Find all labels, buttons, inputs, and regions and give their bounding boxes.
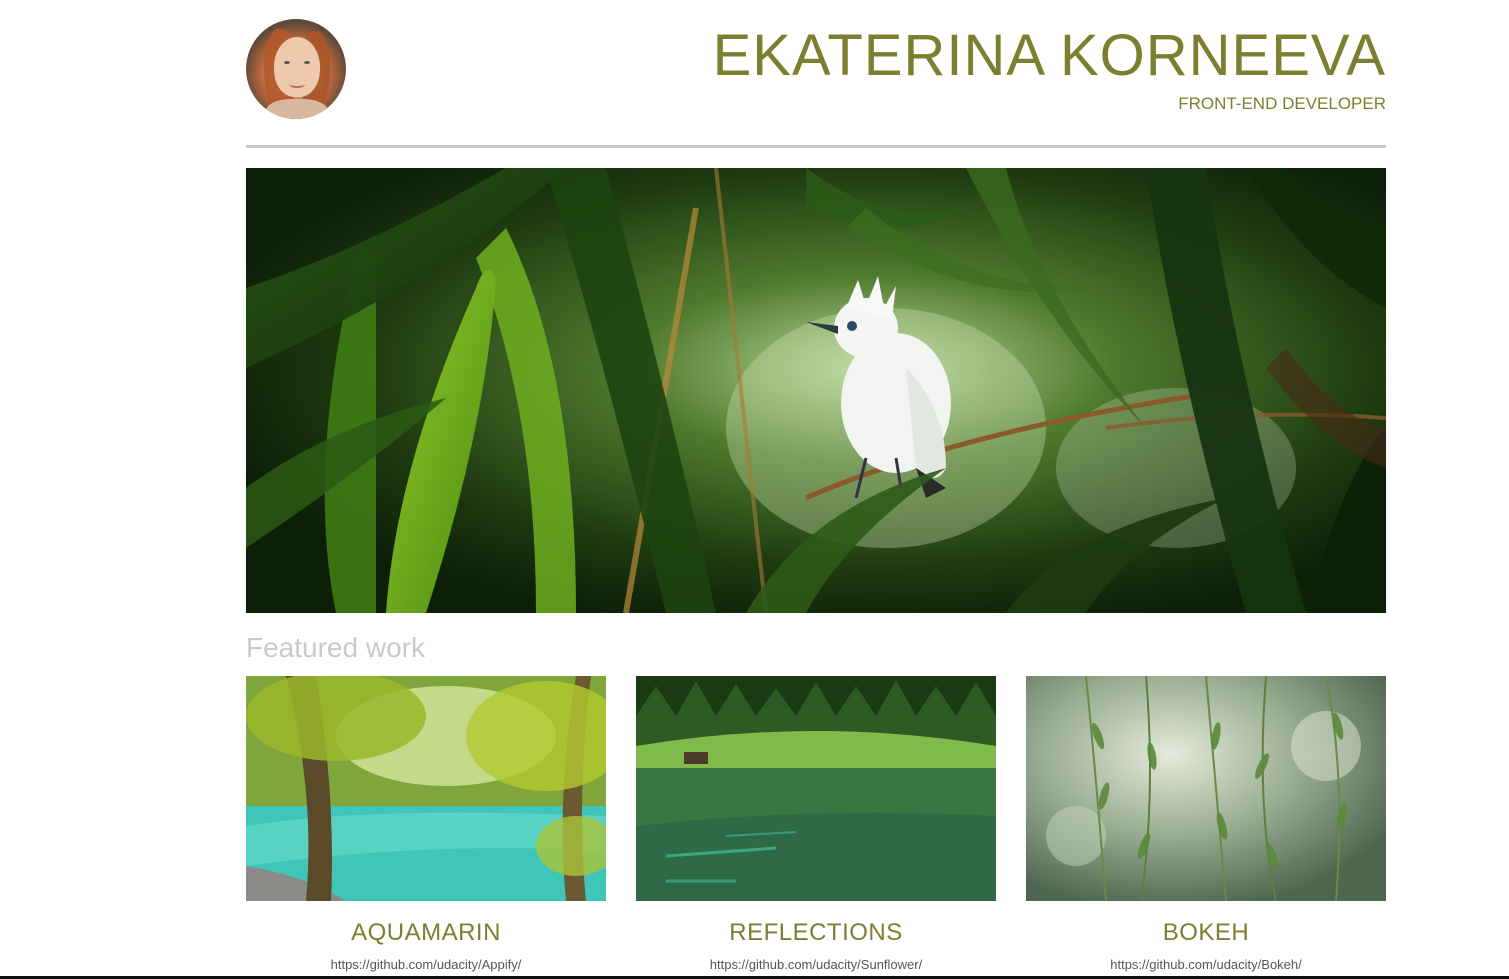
featured-item-reflections: REFLECTIONS https://github.com/udacity/S… bbox=[636, 676, 996, 972]
avatar-eye-left bbox=[284, 61, 290, 64]
featured-work-heading: Featured work bbox=[246, 632, 425, 663]
site-owner-role: FRONT-END DEVELOPER bbox=[1178, 94, 1386, 113]
portfolio-page: EKATERINA KORNEEVA FRONT-END DEVELOPER F… bbox=[0, 0, 1509, 979]
hero-image bbox=[246, 168, 1386, 613]
bokeh-link[interactable]: https://github.com/udacity/Bokeh/ bbox=[1026, 957, 1386, 972]
reflections-title: REFLECTIONS bbox=[729, 919, 903, 946]
reflections-thumbnail[interactable] bbox=[636, 676, 996, 901]
avatar-mouth bbox=[289, 81, 305, 88]
site-owner-name: EKATERINA KORNEEVA bbox=[712, 23, 1386, 88]
avatar-eye-right bbox=[304, 61, 310, 64]
reflections-lake-illustration bbox=[636, 676, 996, 901]
hero-jungle-bird-illustration bbox=[246, 168, 1386, 613]
bokeh-title: BOKEH bbox=[1162, 919, 1250, 946]
aquamarin-thumbnail[interactable] bbox=[246, 676, 606, 901]
aquamarin-title: AQUAMARIN bbox=[351, 919, 501, 946]
avatar-face bbox=[274, 37, 320, 97]
featured-item-aquamarin: AQUAMARIN https://github.com/udacity/App… bbox=[246, 676, 606, 972]
reflections-link[interactable]: https://github.com/udacity/Sunflower/ bbox=[636, 957, 996, 972]
bokeh-willow-illustration bbox=[1026, 676, 1386, 901]
avatar-shirt bbox=[266, 99, 328, 119]
bokeh-thumbnail[interactable] bbox=[1026, 676, 1386, 901]
profile-avatar bbox=[246, 19, 346, 119]
featured-item-bokeh: BOKEH https://github.com/udacity/Bokeh/ bbox=[1026, 676, 1386, 972]
aquamarin-link[interactable]: https://github.com/udacity/Appify/ bbox=[246, 957, 606, 972]
header-divider bbox=[246, 145, 1386, 148]
aquamarin-lake-illustration bbox=[246, 676, 606, 901]
